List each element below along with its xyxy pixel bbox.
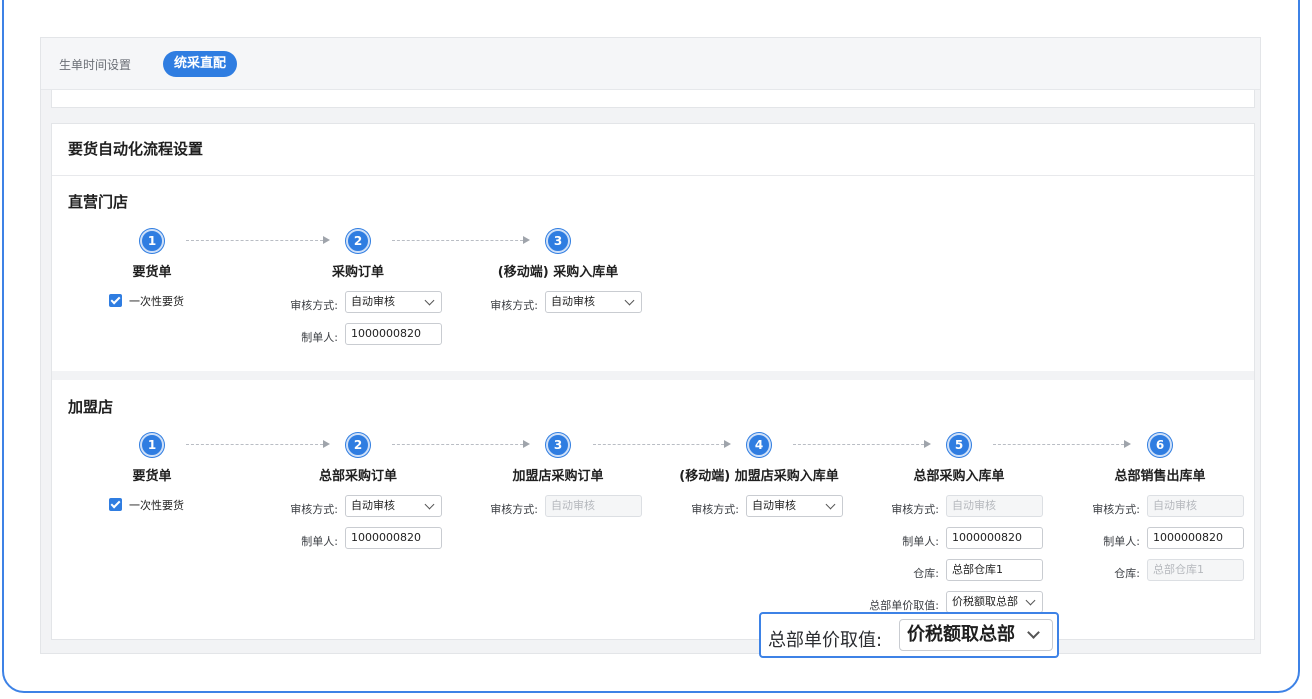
direct-step-2: 2 xyxy=(346,229,370,253)
franchise-step5-warehouse-input[interactable]: 总部仓库1 xyxy=(946,559,1043,581)
franchise-step5-review-select: 自动审核 xyxy=(946,495,1043,517)
franchise-step4-review-label: 审核方式: xyxy=(691,503,739,516)
direct-step-1: 1 xyxy=(140,229,164,253)
franchise-step3-review-select: 自动审核 xyxy=(545,495,642,517)
automation-settings-card: 要货自动化流程设置 直营门店 1 2 3 要货单 采购订单 (移动端) 采购入库… xyxy=(51,123,1255,640)
direct-step2-review-select[interactable]: 自动审核 xyxy=(345,291,442,313)
direct-step-1-label: 要货单 xyxy=(132,265,172,280)
chevron-down-icon xyxy=(424,295,435,306)
tab-central-purchase[interactable]: 统采直配 xyxy=(163,51,238,77)
direct-arrow-1 xyxy=(186,236,330,244)
chevron-down-icon xyxy=(1027,626,1040,639)
tab-bar: 生单时间设置 统采直配 xyxy=(41,38,1260,90)
franchise-step4-review-select[interactable]: 自动审核 xyxy=(746,495,843,517)
direct-step-3-label: (移动端) 采购入库单 xyxy=(497,265,619,280)
direct-step-3: 3 xyxy=(546,229,570,253)
franchise-step5-maker-input[interactable]: 1000000820 xyxy=(946,527,1043,549)
franchise-step6-review-select: 自动审核 xyxy=(1147,495,1244,517)
direct-step3-review-value: 自动审核 xyxy=(551,295,595,308)
franchise-step5-maker-label: 制单人: xyxy=(902,535,939,548)
franchise-step6-warehouse-input: 总部仓库1 xyxy=(1147,559,1244,581)
direct-step3-review-label: 审核方式: xyxy=(490,299,538,312)
chevron-down-icon xyxy=(1025,595,1036,606)
franchise-step-5: 5 xyxy=(947,433,971,457)
tab-order-time-settings[interactable]: 生单时间设置 xyxy=(59,56,131,73)
franchise-step-1-label: 要货单 xyxy=(132,469,172,484)
direct-arrow-2 xyxy=(392,236,530,244)
zoom-callout: 总部单价取值: 价税额取总部 xyxy=(759,612,1059,658)
franchise-step-2: 2 xyxy=(346,433,370,457)
franchise-step-3: 3 xyxy=(546,433,570,457)
franchise-arrow-2 xyxy=(392,440,530,448)
franchise-step5-price-value: 价税额取总部 xyxy=(952,595,1018,608)
section-title-franchise: 加盟店 xyxy=(68,398,114,416)
franchise-arrow-1 xyxy=(186,440,330,448)
franchise-step2-review-value: 自动审核 xyxy=(351,499,395,512)
zoom-price-select[interactable]: 价税额取总部 xyxy=(899,619,1053,651)
franchise-step2-review-select[interactable]: 自动审核 xyxy=(345,495,442,517)
direct-step2-maker-label: 制单人: xyxy=(301,331,338,344)
direct-one-time-label: 一次性要货 xyxy=(129,295,184,308)
franchise-step2-review-label: 审核方式: xyxy=(290,503,338,516)
section-divider xyxy=(52,371,1254,380)
franchise-arrow-3 xyxy=(593,440,731,448)
direct-one-time-checkbox[interactable] xyxy=(109,294,122,307)
franchise-step6-maker-input[interactable]: 1000000820 xyxy=(1147,527,1244,549)
direct-step-2-label: 采购订单 xyxy=(331,265,384,280)
direct-step3-review-select[interactable]: 自动审核 xyxy=(545,291,642,313)
franchise-step4-review-value: 自动审核 xyxy=(752,499,796,512)
franchise-step2-maker-input[interactable]: 1000000820 xyxy=(345,527,442,549)
chevron-down-icon xyxy=(825,499,836,510)
franchise-step-4-label: (移动端) 加盟店采购入库单 xyxy=(679,469,839,484)
direct-step2-review-value: 自动审核 xyxy=(351,295,395,308)
card-title: 要货自动化流程设置 xyxy=(52,124,1254,176)
section-title-direct: 直营门店 xyxy=(68,193,129,211)
franchise-step5-review-label: 审核方式: xyxy=(891,503,939,516)
franchise-step2-maker-label: 制单人: xyxy=(301,535,338,548)
franchise-step5-price-select[interactable]: 价税额取总部 xyxy=(946,591,1043,613)
franchise-step5-warehouse-label: 仓库: xyxy=(913,567,939,580)
franchise-step-6-label: 总部销售出库单 xyxy=(1114,469,1206,484)
franchise-step6-maker-label: 制单人: xyxy=(1103,535,1140,548)
franchise-one-time-label: 一次性要货 xyxy=(129,499,184,512)
franchise-step3-review-label: 审核方式: xyxy=(490,503,538,516)
franchise-step-1: 1 xyxy=(140,433,164,457)
franchise-one-time-checkbox[interactable] xyxy=(109,498,122,511)
franchise-arrow-4 xyxy=(793,440,931,448)
chevron-down-icon xyxy=(624,295,635,306)
franchise-step6-warehouse-label: 仓库: xyxy=(1114,567,1140,580)
franchise-step-5-label: 总部采购入库单 xyxy=(913,469,1005,484)
franchise-arrow-5 xyxy=(993,440,1131,448)
zoom-price-value: 价税额取总部 xyxy=(907,624,1015,645)
direct-step2-review-label: 审核方式: xyxy=(290,299,338,312)
franchise-step-6: 6 xyxy=(1148,433,1172,457)
franchise-step-3-label: 加盟店采购订单 xyxy=(512,469,604,484)
franchise-step-2-label: 总部采购订单 xyxy=(318,469,397,484)
franchise-step5-price-label: 总部单价取值: xyxy=(869,599,939,612)
franchise-step-4: 4 xyxy=(747,433,771,457)
previous-card-bottom xyxy=(51,90,1255,108)
chevron-down-icon xyxy=(424,499,435,510)
zoom-price-label: 总部单价取值: xyxy=(768,630,883,651)
direct-step2-maker-input[interactable]: 1000000820 xyxy=(345,323,442,345)
franchise-step6-review-label: 审核方式: xyxy=(1092,503,1140,516)
app-panel: 生单时间设置 统采直配 要货自动化流程设置 直营门店 1 2 3 要货单 采购订… xyxy=(40,37,1261,654)
